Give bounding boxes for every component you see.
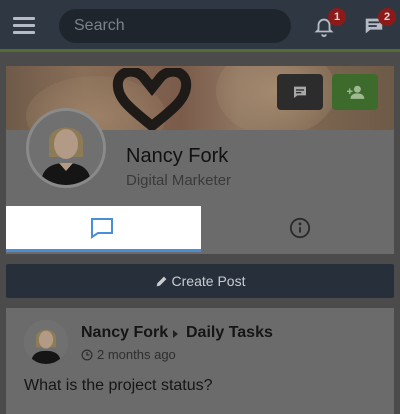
- profile-card: Nancy Fork Digital Marketer: [6, 66, 394, 254]
- profile-name: Nancy Fork: [126, 145, 229, 167]
- post-group-link[interactable]: Daily Tasks: [186, 324, 273, 342]
- post-author-link[interactable]: Nancy Fork: [81, 324, 168, 342]
- notifications-button[interactable]: 1: [313, 8, 346, 39]
- post-body: What is the project status?: [24, 377, 213, 394]
- post-timestamp: 2 months ago: [81, 347, 176, 362]
- profile-avatar[interactable]: [26, 108, 106, 188]
- create-post-button[interactable]: Create Post: [6, 264, 394, 298]
- pencil-icon: [156, 276, 166, 287]
- person-photo-icon: [24, 320, 68, 364]
- messages-button[interactable]: 2: [363, 8, 396, 39]
- tab-info[interactable]: [201, 206, 394, 252]
- person-photo-icon: [29, 111, 103, 185]
- messages-badge: 2: [378, 8, 396, 26]
- post-time-label: 2 months ago: [97, 347, 176, 362]
- chat-icon: [294, 86, 306, 98]
- comment-icon: [91, 218, 113, 239]
- profile-role: Digital Marketer: [126, 172, 232, 189]
- info-icon: [289, 217, 311, 239]
- caret-right-icon: [173, 330, 178, 338]
- post-author-avatar[interactable]: [24, 320, 68, 364]
- create-post-label: Create Post: [171, 273, 246, 289]
- clock-icon: [81, 349, 93, 361]
- hamburger-menu-icon[interactable]: [13, 17, 35, 35]
- post-card: Nancy Fork Daily Tasks 2 months ago What…: [6, 308, 394, 414]
- add-friend-button[interactable]: [332, 74, 378, 110]
- heart-hands-image: [112, 68, 192, 130]
- search-input[interactable]: Search: [59, 9, 291, 43]
- notifications-badge: 1: [328, 8, 346, 26]
- tab-posts[interactable]: [6, 206, 201, 252]
- add-user-icon: [347, 85, 365, 99]
- message-user-button[interactable]: [277, 74, 323, 110]
- top-navigation-bar: Search 1 2: [0, 0, 400, 52]
